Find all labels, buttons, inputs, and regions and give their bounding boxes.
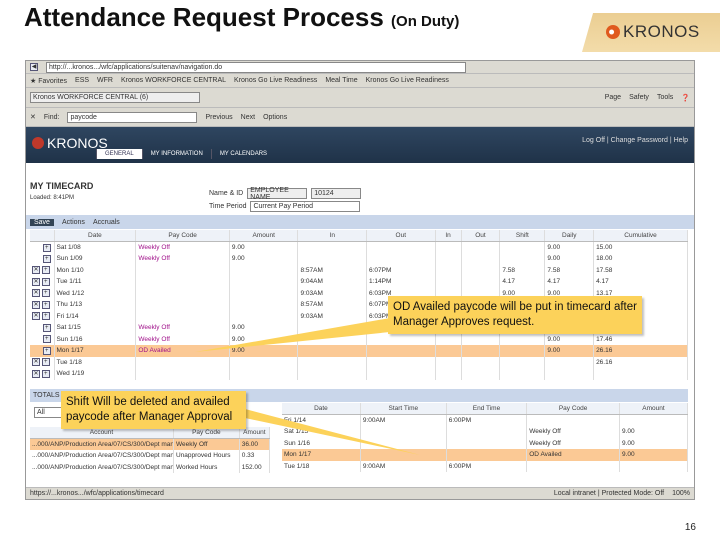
callout-shift-deleted: Shift Will be deleted and availed paycod… (61, 391, 246, 429)
page-number: 16 (684, 522, 696, 533)
callout-2-pointer (230, 405, 420, 455)
callout-od-availed: OD Availed paycode will be put in timeca… (388, 296, 642, 334)
callout-1-pointer (195, 318, 390, 352)
callout-pointers (195, 318, 420, 455)
